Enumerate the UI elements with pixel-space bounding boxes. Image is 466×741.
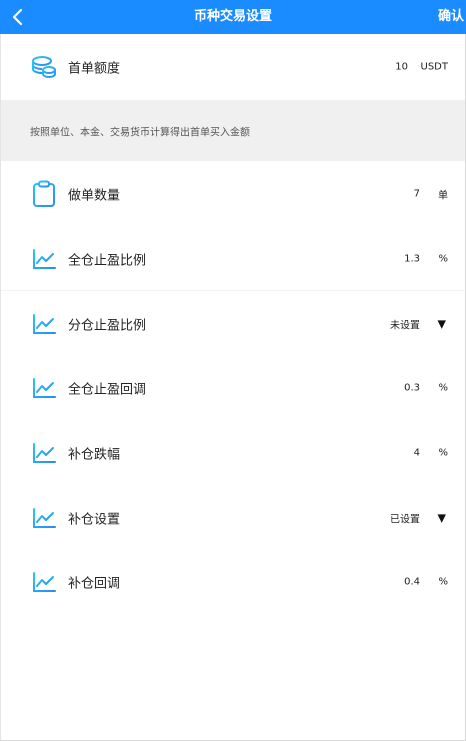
order-count-unit: 单 — [438, 190, 448, 202]
full-take-profit-ratio-value[interactable]: 1.3 — [404, 254, 420, 265]
add-position-drop-value[interactable]: 4 — [414, 448, 420, 459]
full-take-profit-ratio-unit: % — [438, 253, 448, 265]
add-position-callback-value[interactable]: 0.4 — [404, 577, 420, 588]
add-position-callback-unit: % — [438, 576, 448, 588]
first-order-amount-value[interactable]: 10 — [395, 62, 408, 73]
chart-line-icon — [30, 439, 58, 467]
full-take-profit-callback-value[interactable]: 0.3 — [404, 383, 420, 394]
add-position-callback-label: 补仓回调 — [68, 576, 121, 592]
first-order-amount-row[interactable]: 首单额度 10 USDT — [0, 35, 466, 99]
add-position-drop-unit: % — [438, 447, 448, 459]
chart-line-icon — [30, 568, 58, 596]
header-bar: 币种交易设置 确认 — [0, 0, 466, 34]
add-position-drop-row[interactable]: 补仓跌幅 4 % — [0, 421, 466, 485]
clipboard-icon — [30, 180, 58, 208]
order-count-label: 做单数量 — [68, 188, 121, 204]
order-count-value[interactable]: 7 — [414, 189, 420, 200]
chart-line-icon — [30, 310, 58, 338]
first-order-amount-label: 首单额度 — [68, 61, 121, 77]
dropdown-caret-icon[interactable]: ▼ — [438, 318, 446, 331]
add-position-settings-row[interactable]: 补仓设置 已设置 ▼ — [0, 486, 466, 550]
chart-line-icon — [30, 374, 58, 402]
first-order-amount-unit: USDT — [420, 61, 448, 73]
page-title: 币种交易设置 — [193, 9, 272, 24]
full-take-profit-callback-label: 全仓止盈回调 — [68, 382, 147, 398]
coins-icon — [30, 53, 58, 81]
full-take-profit-callback-unit: % — [438, 382, 448, 394]
info-note-text: 按照单位、本金、交易货币计算得出首单买入金额 — [30, 127, 250, 138]
frame-left-border — [0, 34, 1, 741]
info-note-band: 按照单位、本金、交易货币计算得出首单买入金额 — [0, 100, 466, 161]
full-take-profit-ratio-row[interactable]: 全仓止盈比例 1.3 % — [0, 227, 466, 291]
add-position-settings-label: 补仓设置 — [68, 512, 121, 528]
divider — [0, 290, 466, 291]
dropdown-caret-icon[interactable]: ▼ — [438, 512, 446, 525]
partial-take-profit-ratio-row[interactable]: 分仓止盈比例 未设置 ▼ — [0, 292, 466, 356]
full-take-profit-callback-row[interactable]: 全仓止盈回调 0.3 % — [0, 356, 466, 420]
partial-take-profit-ratio-value[interactable]: 未设置 — [390, 317, 420, 332]
order-count-row[interactable]: 做单数量 7 单 — [0, 162, 466, 226]
full-take-profit-ratio-label: 全仓止盈比例 — [68, 253, 147, 269]
confirm-button[interactable]: 确认 — [438, 0, 464, 34]
add-position-settings-value[interactable]: 已设置 — [390, 511, 420, 526]
chart-line-icon — [30, 245, 58, 273]
partial-take-profit-ratio-label: 分仓止盈比例 — [68, 318, 147, 334]
add-position-drop-label: 补仓跌幅 — [68, 447, 121, 463]
add-position-callback-row[interactable]: 补仓回调 0.4 % — [0, 550, 466, 614]
chart-line-icon — [30, 504, 58, 532]
